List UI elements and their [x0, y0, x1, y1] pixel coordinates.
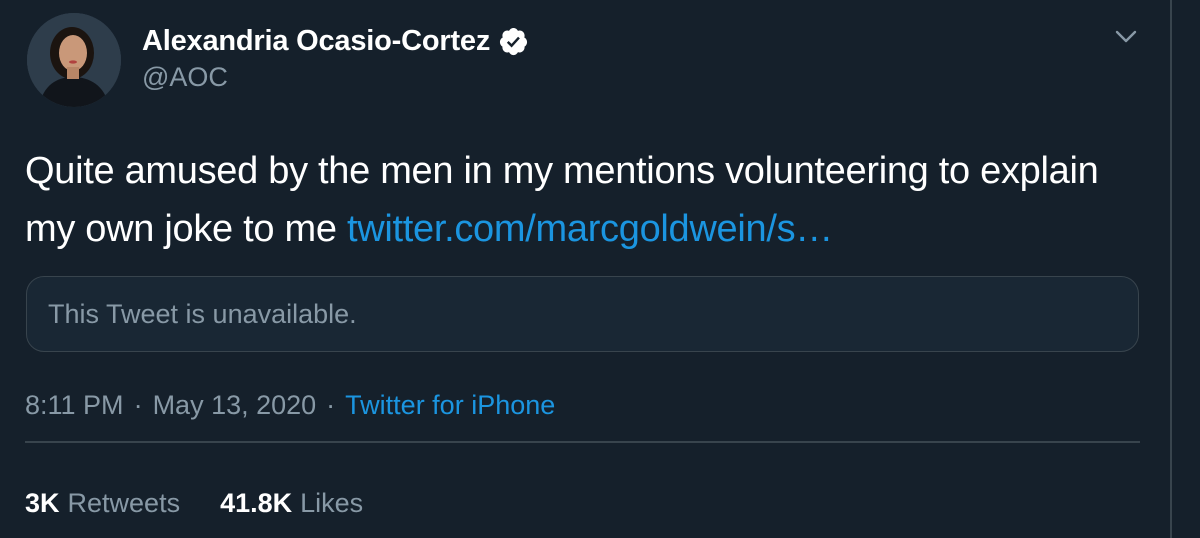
author-display-name[interactable]: Alexandria Ocasio-Cortez: [142, 25, 490, 58]
tweet-source-link[interactable]: Twitter for iPhone: [345, 390, 555, 421]
timeline-border: [1170, 0, 1172, 538]
likes-count: 41.8K: [220, 487, 293, 518]
tweet-date[interactable]: May 13, 2020: [153, 390, 317, 421]
meta-separator: ·: [326, 389, 336, 420]
avatar-photo-icon: [27, 13, 121, 107]
avatar[interactable]: [27, 13, 121, 107]
divider: [25, 441, 1140, 443]
tweet-link[interactable]: twitter.com/marcgoldwein/s…: [347, 208, 833, 250]
retweets-stat[interactable]: 3K Retweets: [25, 488, 180, 519]
retweets-label: Retweets: [67, 487, 181, 518]
tweet-text: Quite amused by the men in my mentions v…: [25, 142, 1155, 258]
likes-stat[interactable]: 41.8K Likes: [220, 488, 363, 519]
meta-separator: ·: [133, 389, 143, 420]
retweets-count: 3K: [25, 487, 60, 518]
author-name-row[interactable]: Alexandria Ocasio-Cortez: [142, 22, 529, 60]
likes-label: Likes: [300, 487, 364, 518]
verified-badge-icon: [498, 26, 529, 57]
tweet-stats: 3K Retweets 41.8K Likes: [25, 483, 363, 523]
quoted-tweet-unavailable-text: This Tweet is unavailable.: [48, 298, 357, 329]
tweet-meta: 8:11 PM · May 13, 2020 · Twitter for iPh…: [25, 385, 555, 425]
tweet-card: Alexandria Ocasio-Cortez @AOC Quite amus…: [0, 0, 1200, 538]
tweet-time[interactable]: 8:11 PM: [25, 390, 124, 421]
chevron-down-icon[interactable]: [1108, 18, 1144, 54]
author-handle[interactable]: @AOC: [142, 62, 228, 93]
quoted-tweet-card[interactable]: This Tweet is unavailable.: [26, 276, 1139, 352]
